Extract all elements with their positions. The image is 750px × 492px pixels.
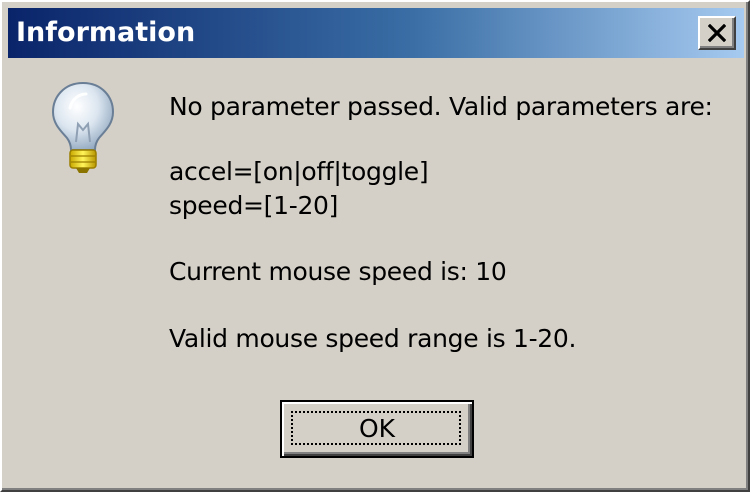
message-line-intro: No parameter passed. Valid parameters ar… bbox=[169, 92, 713, 121]
close-icon bbox=[708, 24, 726, 42]
ok-button[interactable]: OK bbox=[280, 400, 474, 458]
lightbulb-icon bbox=[48, 80, 118, 176]
title-bar[interactable]: Information bbox=[8, 8, 744, 58]
message-line-accel: accel=[on|off|toggle] bbox=[169, 157, 429, 186]
ok-button-label: OK bbox=[358, 414, 396, 443]
message-line-speed-range: Valid mouse speed range is 1-20. bbox=[169, 324, 577, 353]
message-line-current-speed: Current mouse speed is: 10 bbox=[169, 257, 507, 286]
window-title: Information bbox=[16, 17, 196, 48]
information-dialog: Information No parameter passed. Valid p… bbox=[0, 0, 750, 492]
close-button[interactable] bbox=[698, 16, 736, 50]
message-line-speed: speed=[1-20] bbox=[169, 191, 339, 220]
